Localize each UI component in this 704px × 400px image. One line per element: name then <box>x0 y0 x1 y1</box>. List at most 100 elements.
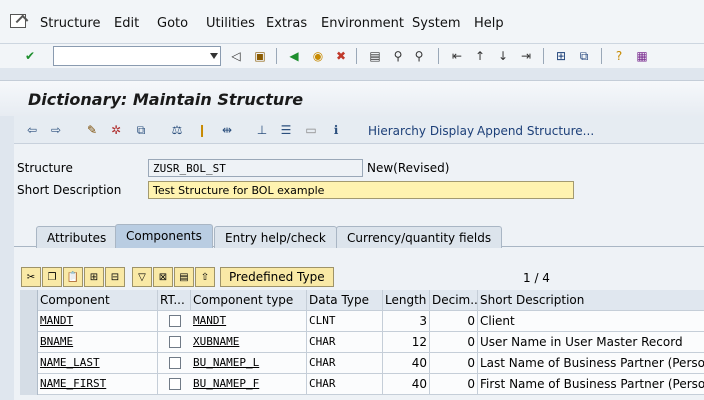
menu-help[interactable]: Help <box>474 16 504 31</box>
component-cell[interactable]: MANDT <box>38 311 158 332</box>
previous-page-icon[interactable]: ↑ <box>472 48 488 64</box>
component-type-cell[interactable]: XUBNAME <box>191 332 307 353</box>
cut-icon[interactable]: ✂ <box>21 267 41 287</box>
where-used-icon[interactable]: ⇹ <box>219 122 235 138</box>
rt-checkbox[interactable] <box>169 315 181 327</box>
delete-row-icon[interactable]: ⊟ <box>105 267 125 287</box>
activate-icon[interactable]: ❙ <box>194 122 210 138</box>
deselect-icon[interactable]: ▤ <box>174 267 194 287</box>
menu-structure[interactable]: Structure <box>40 16 100 31</box>
arrow-left-icon[interactable]: ⇦ <box>24 122 40 138</box>
decimals-cell[interactable]: 0 <box>430 311 478 332</box>
back-icon[interactable]: ◀ <box>286 48 302 64</box>
column-header-decimals[interactable]: Decim... <box>430 290 478 311</box>
decimals-cell[interactable]: 0 <box>430 332 478 353</box>
column-header-component[interactable]: Component <box>38 290 158 311</box>
data-type-cell[interactable]: CHAR <box>307 353 383 374</box>
filter-icon[interactable]: ▽ <box>132 267 152 287</box>
new-session-icon[interactable]: ⊞ <box>553 48 569 64</box>
length-cell[interactable]: 3 <box>383 311 430 332</box>
short-description-cell[interactable]: First Name of Business Partner (Person) <box>478 374 704 395</box>
chevron-down-icon[interactable] <box>210 53 218 59</box>
predefined-type-button[interactable]: Predefined Type <box>220 267 334 287</box>
check-icon[interactable]: ⚖ <box>169 122 185 138</box>
toolbar-separator <box>356 48 357 64</box>
tab-attributes[interactable]: Attributes <box>36 226 118 248</box>
data-type-cell[interactable]: CHAR <box>307 332 383 353</box>
tab-currency-quantity-fields[interactable]: Currency/quantity fields <box>336 226 503 248</box>
arrow-right-icon[interactable]: ⇨ <box>48 122 64 138</box>
menu-goto[interactable]: Goto <box>157 16 188 31</box>
component-cell[interactable]: BNAME <box>38 332 158 353</box>
row-selector[interactable] <box>20 353 38 374</box>
hierarchy-display-button[interactable]: Hierarchy Display <box>368 124 474 138</box>
sap-menu-icon[interactable] <box>10 14 26 28</box>
component-type-cell[interactable]: BU_NAMEP_F <box>191 374 307 395</box>
component-cell[interactable]: NAME_LAST <box>38 353 158 374</box>
shortcut-icon[interactable]: ⧉ <box>576 48 592 64</box>
find-next-icon[interactable]: ⚲ <box>411 48 427 64</box>
first-page-icon[interactable]: ⇤ <box>449 48 465 64</box>
column-header-short-description[interactable]: Short Description <box>478 290 704 311</box>
tab-components[interactable]: Components <box>115 224 213 248</box>
next-page-icon[interactable]: ↓ <box>495 48 511 64</box>
copy-icon[interactable]: ❐ <box>42 267 62 287</box>
menu-extras[interactable]: Extras <box>266 16 307 31</box>
information-icon[interactable]: ℹ <box>328 122 344 138</box>
row-selector[interactable] <box>20 374 38 395</box>
cancel-icon[interactable]: ✖ <box>333 48 349 64</box>
exit-icon[interactable]: ◉ <box>310 48 326 64</box>
print-icon[interactable]: ▤ <box>367 48 383 64</box>
component-type-cell[interactable]: MANDT <box>191 311 307 332</box>
decimals-cell[interactable]: 0 <box>430 374 478 395</box>
component-type-cell[interactable]: BU_NAMEP_L <box>191 353 307 374</box>
short-description-cell[interactable]: Last Name of Business Partner (Person) <box>478 353 704 374</box>
short-description-cell[interactable]: User Name in User Master Record <box>478 332 704 353</box>
display-change-icon[interactable]: ✎ <box>84 122 100 138</box>
object-list-icon[interactable]: ☰ <box>278 122 294 138</box>
column-header-rt[interactable]: RT... <box>158 290 191 311</box>
toolbar-separator <box>438 48 439 64</box>
column-header-component-type[interactable]: Component type <box>191 290 307 311</box>
length-cell[interactable]: 40 <box>383 353 430 374</box>
menu-environment[interactable]: Environment <box>321 16 404 31</box>
command-field[interactable] <box>53 46 221 66</box>
display-object-list-icon[interactable]: ▭ <box>303 122 319 138</box>
structure-field[interactable]: ZUSR_BOL_ST <box>148 159 363 177</box>
length-cell[interactable]: 40 <box>383 374 430 395</box>
other-object-icon[interactable]: ⧉ <box>133 122 149 138</box>
rt-checkbox[interactable] <box>169 378 181 390</box>
menu-system[interactable]: System <box>412 16 460 31</box>
rt-checkbox[interactable] <box>169 357 181 369</box>
insert-row-icon[interactable]: ⊞ <box>84 267 104 287</box>
customize-layout-icon[interactable]: ▦ <box>634 48 650 64</box>
select-all-icon[interactable]: ⊠ <box>153 267 173 287</box>
menu-utilities[interactable]: Utilities <box>206 16 255 31</box>
back-arrow-icon[interactable]: ◁ <box>228 48 244 64</box>
row-selector[interactable] <box>20 311 38 332</box>
menu-edit[interactable]: Edit <box>114 16 139 31</box>
data-type-cell[interactable]: CLNT <box>307 311 383 332</box>
row-selector[interactable] <box>20 332 38 353</box>
append-structure-button[interactable]: Append Structure... <box>477 124 594 138</box>
component-cell[interactable]: NAME_FIRST <box>38 374 158 395</box>
column-header-data-type[interactable]: Data Type <box>307 290 383 311</box>
sort-icon[interactable]: ⇧ <box>195 267 215 287</box>
select-all-cell[interactable] <box>20 290 38 311</box>
find-icon[interactable]: ⚲ <box>390 48 406 64</box>
save-icon[interactable]: ▣ <box>252 48 268 64</box>
tab-entry-help-check[interactable]: Entry help/check <box>214 226 337 248</box>
rt-checkbox[interactable] <box>169 336 181 348</box>
short-description-field[interactable]: Test Structure for BOL example <box>148 181 574 199</box>
data-type-cell[interactable]: CHAR <box>307 374 383 395</box>
hierarchy-icon[interactable]: ⊥ <box>254 122 270 138</box>
enter-icon[interactable]: ✔ <box>22 48 38 64</box>
help-icon[interactable]: ? <box>611 48 627 64</box>
paste-icon[interactable]: 📋 <box>63 267 83 287</box>
short-description-cell[interactable]: Client <box>478 311 704 332</box>
active-inactive-icon[interactable]: ✲ <box>108 122 124 138</box>
column-header-length[interactable]: Length <box>383 290 430 311</box>
length-cell[interactable]: 12 <box>383 332 430 353</box>
decimals-cell[interactable]: 0 <box>430 353 478 374</box>
last-page-icon[interactable]: ⇥ <box>518 48 534 64</box>
